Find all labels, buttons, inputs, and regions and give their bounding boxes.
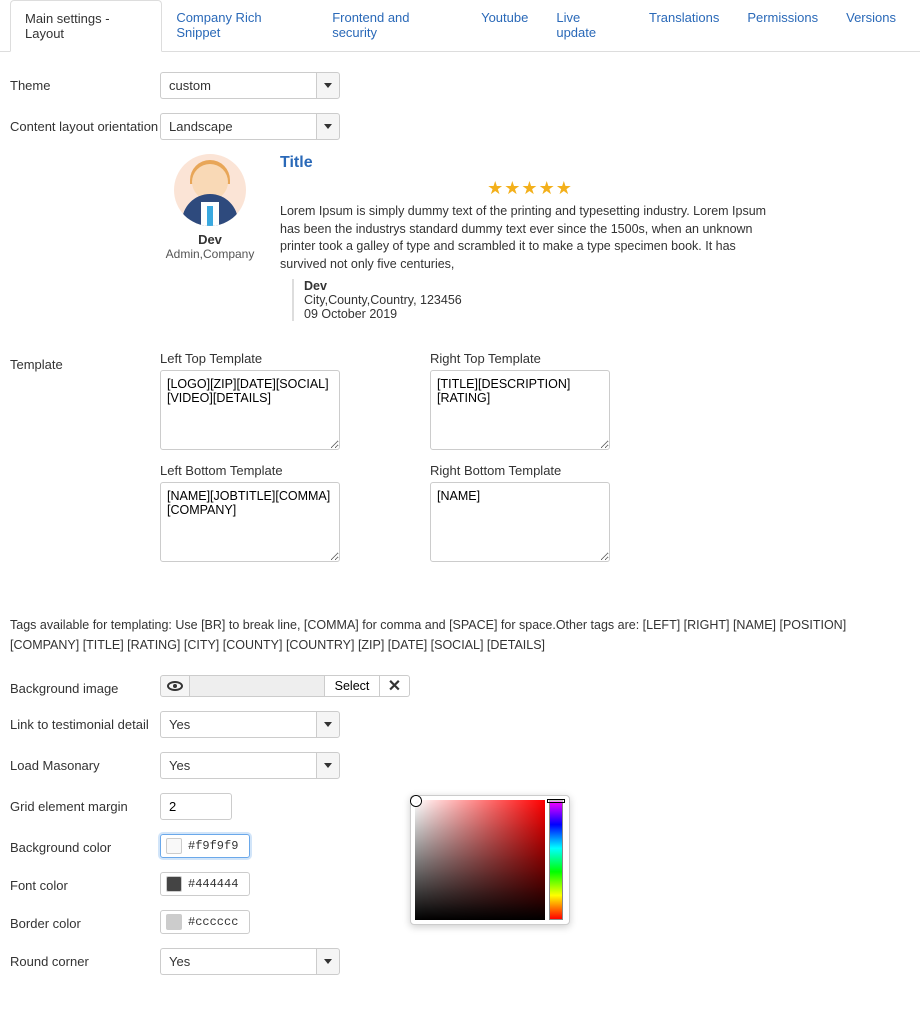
theme-label: Theme xyxy=(10,72,160,93)
left-bottom-textarea[interactable] xyxy=(160,482,340,562)
right-top-textarea[interactable] xyxy=(430,370,610,450)
right-top-label: Right Top Template xyxy=(430,351,610,366)
link-detail-label: Link to testimonial detail xyxy=(10,711,160,732)
link-detail-value: Yes xyxy=(160,711,316,738)
font-color-input[interactable]: #444444 xyxy=(160,872,250,896)
chevron-down-icon xyxy=(324,124,332,129)
tags-info-text: Tags available for templating: Use [BR] … xyxy=(10,615,910,655)
chevron-down-icon xyxy=(324,959,332,964)
font-color-value: #444444 xyxy=(188,877,238,891)
masonary-label: Load Masonary xyxy=(10,752,160,773)
theme-value: custom xyxy=(160,72,316,99)
bg-color-input[interactable]: #f9f9f9 xyxy=(160,834,250,858)
masonary-value: Yes xyxy=(160,752,316,779)
bg-color-value: #f9f9f9 xyxy=(188,839,238,853)
border-color-swatch xyxy=(166,914,182,930)
preview-meta-date: 09 October 2019 xyxy=(304,307,780,321)
link-detail-dropdown-button[interactable] xyxy=(316,711,340,738)
orientation-label: Content layout orientation xyxy=(10,113,160,134)
border-color-label: Border color xyxy=(10,910,160,931)
right-bottom-textarea[interactable] xyxy=(430,482,610,562)
preview-meta-location: City,County,Country, 123456 xyxy=(304,293,780,307)
right-bottom-label: Right Bottom Template xyxy=(430,463,610,478)
tab-youtube[interactable]: Youtube xyxy=(467,0,542,51)
masonary-select[interactable]: Yes xyxy=(160,752,340,779)
tab-company-rich-snippet[interactable]: Company Rich Snippet xyxy=(162,0,318,51)
bg-color-swatch xyxy=(166,838,182,854)
round-corner-label: Round corner xyxy=(10,948,160,969)
close-icon: ✕ xyxy=(388,676,401,696)
testimonial-preview: Dev Admin,Company Title ★★★★★ Lorem Ipsu… xyxy=(160,154,910,321)
chevron-down-icon xyxy=(324,763,332,768)
tab-frontend-security[interactable]: Frontend and security xyxy=(318,0,467,51)
grid-margin-input[interactable] xyxy=(160,793,232,820)
bg-image-label: Background image xyxy=(10,675,160,696)
bg-color-label: Background color xyxy=(10,834,160,855)
preview-name: Dev xyxy=(160,232,260,247)
theme-dropdown-button[interactable] xyxy=(316,72,340,99)
preview-title: Title xyxy=(280,154,780,172)
bg-image-clear-button[interactable]: ✕ xyxy=(380,675,410,697)
preview-description: Lorem Ipsum is simply dummy text of the … xyxy=(280,203,780,273)
grid-margin-label: Grid element margin xyxy=(10,793,160,814)
orientation-select[interactable]: Landscape xyxy=(160,113,340,140)
color-picker-saturation[interactable] xyxy=(415,800,545,920)
border-color-value: #cccccc xyxy=(188,915,238,929)
font-color-label: Font color xyxy=(10,872,160,893)
tab-permissions[interactable]: Permissions xyxy=(733,0,832,51)
avatar xyxy=(174,154,246,226)
color-picker-popup[interactable] xyxy=(410,795,570,925)
masonary-dropdown-button[interactable] xyxy=(316,752,340,779)
link-detail-select[interactable]: Yes xyxy=(160,711,340,738)
color-picker-hue[interactable] xyxy=(549,800,563,920)
rating-stars-icon: ★★★★★ xyxy=(280,178,780,199)
bg-image-preview-button[interactable] xyxy=(160,675,190,697)
orientation-value: Landscape xyxy=(160,113,316,140)
left-bottom-label: Left Bottom Template xyxy=(160,463,340,478)
chevron-down-icon xyxy=(324,83,332,88)
tab-versions[interactable]: Versions xyxy=(832,0,910,51)
round-corner-dropdown-button[interactable] xyxy=(316,948,340,975)
tab-live-update[interactable]: Live update xyxy=(542,0,635,51)
theme-select[interactable]: custom xyxy=(160,72,340,99)
preview-role: Admin,Company xyxy=(160,247,260,261)
eye-icon xyxy=(167,681,183,691)
bg-image-input[interactable] xyxy=(190,675,324,697)
chevron-down-icon xyxy=(324,722,332,727)
round-corner-select[interactable]: Yes xyxy=(160,948,340,975)
border-color-input[interactable]: #cccccc xyxy=(160,910,250,934)
tab-main-settings[interactable]: Main settings - Layout xyxy=(10,0,162,52)
color-picker-handle[interactable] xyxy=(411,796,421,806)
left-top-label: Left Top Template xyxy=(160,351,340,366)
tab-bar: Main settings - Layout Company Rich Snip… xyxy=(0,0,920,52)
font-color-swatch xyxy=(166,876,182,892)
preview-meta: Dev City,County,Country, 123456 09 Octob… xyxy=(292,279,780,321)
template-label: Template xyxy=(10,351,160,372)
tab-translations[interactable]: Translations xyxy=(635,0,733,51)
bg-image-select-button[interactable]: Select xyxy=(324,675,380,697)
preview-meta-name: Dev xyxy=(304,279,780,293)
left-top-textarea[interactable] xyxy=(160,370,340,450)
round-corner-value: Yes xyxy=(160,948,316,975)
orientation-dropdown-button[interactable] xyxy=(316,113,340,140)
color-picker-hue-handle[interactable] xyxy=(547,799,565,803)
